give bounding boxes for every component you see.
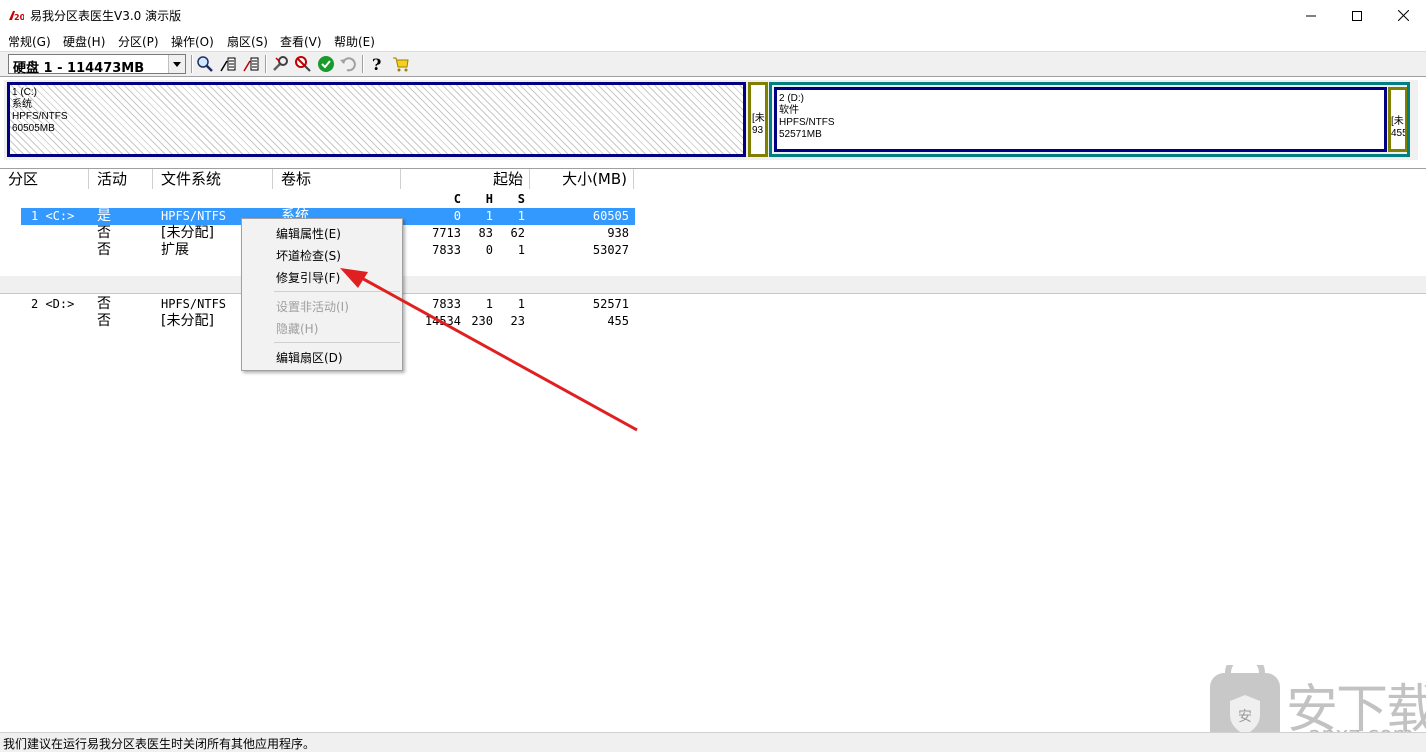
column-header-filesystem[interactable]: 文件系统: [153, 169, 273, 189]
maximize-icon: [1352, 10, 1362, 21]
help-icon[interactable]: ?: [368, 55, 386, 73]
disk-map-label: 2 (D:): [779, 93, 804, 104]
toolbar-separator: [191, 55, 193, 73]
cell-partition: 1 <C:>: [31, 209, 75, 223]
cell-active: 是: [97, 208, 111, 224]
cell-partition: 2 <D:>: [31, 297, 75, 311]
disk-map-extended: 2 (D:) 软件 HPFS/NTFS 52571MB [未 455: [769, 82, 1410, 157]
cell-s: 62: [510, 226, 525, 240]
disk-map-label: 软件: [779, 105, 799, 116]
cell-filesystem: 扩展: [161, 242, 189, 258]
partition-table-header: 分区 活动 文件系统 卷标 起始 大小(MB): [0, 168, 1426, 189]
svg-text:?: ?: [372, 55, 381, 73]
cell-active: 否: [97, 296, 111, 312]
cell-h: 1: [485, 209, 493, 223]
disk-map-label: 1 (C:): [12, 87, 37, 98]
cell-filesystem: [未分配]: [161, 313, 214, 329]
disk-map: 1 (C:) 系统 HPFS/NTFS 60505MB [未 93 2 (D:)…: [4, 80, 1418, 160]
cell-size: 53027: [592, 243, 629, 257]
ctx-hide[interactable]: 隐藏(H): [276, 320, 318, 337]
disk-selector[interactable]: 硬盘 1 - 114473MB: [8, 54, 186, 76]
column-header-partition[interactable]: 分区: [0, 169, 89, 189]
disk-map-label: 93: [752, 125, 764, 136]
maximize-button[interactable]: [1334, 0, 1380, 31]
repair-tool-icon[interactable]: [271, 55, 289, 73]
apply-icon[interactable]: [317, 55, 335, 73]
status-bar: 我们建议在运行易我分区表医生时关闭所有其他应用程序。: [0, 732, 1426, 752]
group-separator: [0, 276, 1426, 294]
cell-filesystem: [未分配]: [161, 225, 214, 241]
disk-map-label: [未: [752, 113, 765, 124]
edit-sector-icon[interactable]: [242, 55, 260, 73]
disk-map-label: [未: [1391, 116, 1404, 127]
cell-active: 否: [97, 225, 111, 241]
cell-c: 7713: [432, 226, 461, 240]
column-header-active[interactable]: 活动: [89, 169, 153, 189]
chs-h-header: H: [485, 192, 493, 206]
annotation-arrow: [340, 268, 638, 432]
disk-map-unallocated-2[interactable]: [未 455: [1388, 87, 1407, 152]
disk-map-partition-d[interactable]: 2 (D:) 软件 HPFS/NTFS 52571MB: [774, 87, 1387, 152]
undo-icon[interactable]: [339, 55, 357, 73]
title-bar[interactable]: 20 易我分区表医生V3.0 演示版: [0, 0, 1426, 31]
minimize-icon: [1306, 15, 1316, 16]
menu-operation[interactable]: 操作(O): [171, 33, 214, 50]
menu-general[interactable]: 常规(G): [8, 33, 51, 50]
column-header-volume-label[interactable]: 卷标: [273, 169, 401, 189]
menu-help[interactable]: 帮助(E): [334, 33, 375, 50]
minimize-button[interactable]: [1288, 0, 1334, 31]
stop-icon[interactable]: [294, 55, 312, 73]
disk-map-label: HPFS/NTFS: [12, 111, 68, 122]
cell-c: 7833: [432, 243, 461, 257]
disk-map-label: 455: [1391, 128, 1405, 139]
disk-map-label: 52571MB: [779, 129, 822, 140]
menu-partition[interactable]: 分区(P): [118, 33, 159, 50]
cart-icon[interactable]: [392, 55, 410, 73]
chevron-down-icon[interactable]: [168, 55, 185, 73]
menu-sector[interactable]: 扇区(S): [227, 33, 268, 50]
menu-view[interactable]: 查看(V): [280, 33, 322, 50]
chs-subheader: C H S: [0, 191, 640, 208]
cell-size: 60505: [592, 209, 629, 223]
close-button[interactable]: [1380, 0, 1426, 31]
svg-text:安: 安: [1238, 709, 1252, 725]
cell-c: 0: [453, 209, 461, 223]
search-disk-icon[interactable]: [196, 55, 214, 73]
window-title: 易我分区表医生V3.0 演示版: [30, 9, 182, 23]
column-header-size[interactable]: 大小(MB): [530, 169, 634, 189]
cell-s: 1: [517, 209, 525, 223]
cell-s: 1: [517, 243, 525, 257]
chs-s-header: S: [517, 192, 525, 206]
column-header-start[interactable]: 起始: [401, 169, 530, 189]
disk-map-unallocated-1[interactable]: [未 93: [748, 82, 768, 157]
close-icon: [1397, 10, 1409, 21]
cell-h: 0: [485, 243, 493, 257]
toolbar-separator: [362, 55, 364, 73]
app-icon: 20: [8, 8, 26, 22]
cell-size: 938: [607, 226, 629, 240]
svg-text:20: 20: [14, 13, 24, 22]
disk-map-label: 系统: [12, 99, 32, 110]
disk-map-label: HPFS/NTFS: [779, 117, 835, 128]
menu-disk[interactable]: 硬盘(H): [63, 33, 105, 50]
toolbar-separator: [265, 55, 267, 73]
cell-active: 否: [97, 242, 111, 258]
cell-active: 否: [97, 313, 111, 329]
disk-map-label: 60505MB: [12, 123, 55, 134]
chs-c-header: C: [453, 192, 461, 206]
cell-h: 83: [478, 226, 493, 240]
toolbar: 硬盘 1 - 114473MB ?: [0, 51, 1426, 77]
cell-filesystem: HPFS/NTFS: [161, 209, 227, 223]
ctx-edit-properties[interactable]: 编辑属性(E): [276, 225, 341, 242]
status-text: 我们建议在运行易我分区表医生时关闭所有其他应用程序。: [3, 737, 316, 751]
disk-selector-value: 硬盘 1 - 114473MB: [13, 61, 145, 76]
menu-bar: 常规(G) 硬盘(H) 分区(P) 操作(O) 扇区(S) 查看(V) 帮助(E…: [0, 31, 1426, 51]
cell-filesystem: HPFS/NTFS: [161, 297, 227, 311]
disk-map-partition-c[interactable]: 1 (C:) 系统 HPFS/NTFS 60505MB: [7, 82, 746, 157]
edit-partition-icon[interactable]: [219, 55, 237, 73]
